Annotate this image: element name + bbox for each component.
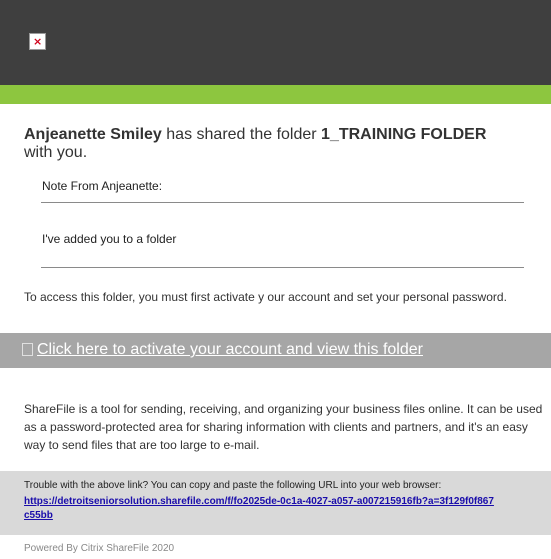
broken-image-glyph: × [33, 35, 43, 48]
powered-by-footer: Powered By Citrix ShareFile 2020 [24, 543, 175, 554]
activate-account-link[interactable]: Click here to activate your account and … [37, 341, 423, 359]
folder-name: 1_TRAINING FOLDER [321, 126, 487, 143]
activate-image-placeholder-icon [22, 343, 33, 356]
share-suffix: with you. [24, 144, 88, 161]
note-message: I've added you to a folder [42, 232, 177, 246]
sharefile-description: ShareFile is a tool for sending, receivi… [24, 402, 543, 452]
share-headline: Anjeanette Smiley has shared the folder … [24, 126, 534, 162]
email-page: × Anjeanette Smiley has shared the folde… [0, 0, 551, 559]
sender-name: Anjeanette Smiley [24, 126, 162, 143]
email-header: × [0, 0, 551, 85]
note-divider-top [41, 202, 524, 203]
note-label: Note From Anjeanette: [42, 179, 163, 193]
note-divider-bottom [41, 267, 524, 268]
fallback-url-link[interactable]: https://detroitseniorsolution.sharefile.… [24, 495, 494, 523]
broken-image-icon: × [29, 33, 46, 50]
share-action-text: has shared the folder [161, 126, 322, 143]
trouble-text: Trouble with the above link? You can cop… [24, 480, 442, 491]
accent-bar [0, 85, 551, 104]
access-instructions: To access this folder, you must first ac… [24, 290, 507, 304]
